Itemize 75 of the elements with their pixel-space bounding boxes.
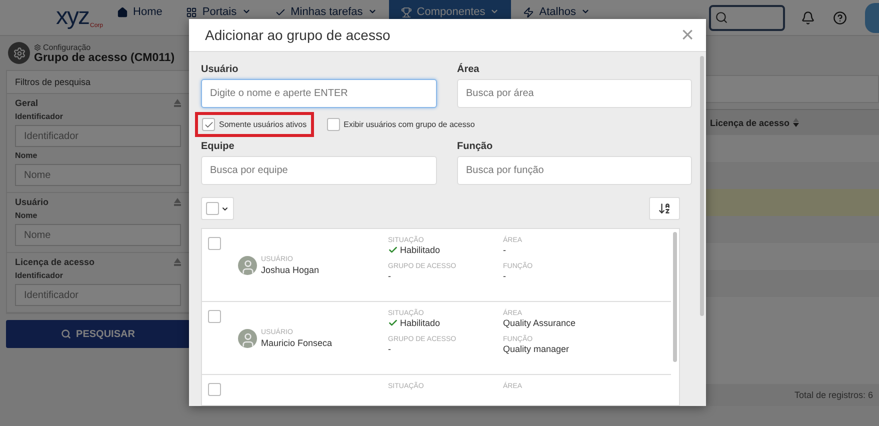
panel-title: Filtros de pesquisa	[7, 71, 189, 94]
input-field[interactable]: Identificador	[15, 125, 181, 147]
field-label: Área	[457, 64, 480, 75]
close-button[interactable]: ×	[681, 24, 694, 46]
section-title: Licença de acesso	[15, 257, 95, 267]
nav-item[interactable]: Atalhos	[511, 0, 602, 36]
input-field[interactable]: Nome	[15, 224, 181, 246]
modal-title: Adicionar ao grupo de acesso	[205, 27, 390, 43]
caret-icon	[221, 204, 229, 212]
user-name: Joshua Hogan	[261, 264, 320, 274]
sort-button[interactable]	[649, 197, 680, 220]
input-field[interactable]: Busca por equipe	[201, 156, 437, 185]
avatar	[238, 256, 257, 274]
checkbox-option[interactable]: Exibir usuários com grupo de acesso	[320, 112, 482, 137]
eject-icon[interactable]	[174, 198, 181, 206]
field-label: Identificador	[15, 271, 64, 280]
checkbox[interactable]	[326, 118, 340, 131]
notifications-button[interactable]	[801, 10, 815, 24]
checkbox[interactable]	[208, 310, 221, 323]
search-icon	[715, 11, 728, 24]
breadcrumb[interactable]: Configuração	[34, 42, 175, 52]
input-field[interactable]: Identificador	[15, 284, 181, 306]
sort-icon	[658, 202, 671, 215]
field-value: -	[503, 245, 507, 255]
field-value: -	[388, 271, 392, 281]
input-field[interactable]: Nome	[15, 164, 181, 186]
check-icon	[388, 318, 398, 328]
page-title: Grupo de acesso (CM011)	[34, 52, 175, 64]
field-value: -	[503, 271, 507, 281]
checkbox-option[interactable]: Somente usuários ativos	[195, 112, 314, 137]
checkbox[interactable]	[202, 118, 215, 131]
input-field[interactable]: Busca por função	[457, 156, 692, 185]
field-value: Quality manager	[503, 344, 570, 354]
lightning-icon	[523, 6, 534, 18]
status-value: Habilitado	[388, 245, 503, 255]
input-field[interactable]: Busca por área	[457, 79, 692, 108]
checkbox[interactable]	[208, 237, 221, 250]
search-button[interactable]: PESQUISAR	[6, 320, 190, 348]
gear-icon	[34, 44, 41, 50]
help-button[interactable]	[833, 10, 847, 24]
user-name: Mauricio Fonseca	[261, 338, 332, 348]
status-value: Habilitado	[388, 318, 503, 328]
eject-icon[interactable]	[174, 258, 181, 266]
check-icon	[388, 245, 398, 255]
avatar	[238, 328, 257, 348]
record-count: Total de registros: 6	[794, 390, 873, 400]
field-value: Quality Assurance	[503, 318, 577, 328]
scrollbar-thumb[interactable]	[700, 56, 704, 316]
home-icon	[117, 6, 128, 18]
field-value: -	[388, 344, 392, 354]
section-title: Usuário	[15, 197, 49, 207]
column-header[interactable]: Licença de acesso	[710, 118, 799, 128]
section-title: Geral	[15, 98, 38, 108]
field-label: Função	[457, 141, 494, 152]
check-icon	[274, 6, 286, 18]
sort-icon	[792, 118, 799, 127]
select-all-button[interactable]	[201, 197, 234, 220]
field-label: Usuário	[201, 64, 240, 75]
eject-icon[interactable]	[174, 99, 181, 107]
logo-text: xyz	[56, 4, 89, 28]
checkbox[interactable]	[208, 383, 221, 396]
field-label: Equipe	[201, 141, 236, 152]
settings-icon	[8, 42, 30, 64]
grid-icon	[186, 6, 198, 18]
check-icon	[204, 120, 214, 130]
search-field[interactable]	[709, 4, 785, 30]
field-label: Nome	[15, 211, 38, 220]
scrollbar-thumb[interactable]	[673, 232, 677, 362]
input-field[interactable]: Digite o nome e aperte ENTER	[201, 79, 437, 108]
field-label: Identificador	[15, 112, 64, 121]
field-label: Nome	[15, 151, 38, 160]
avatar[interactable]	[865, 2, 879, 32]
checkbox[interactable]	[206, 202, 219, 215]
nav-item[interactable]: Home	[105, 0, 174, 36]
search-icon	[61, 329, 72, 339]
